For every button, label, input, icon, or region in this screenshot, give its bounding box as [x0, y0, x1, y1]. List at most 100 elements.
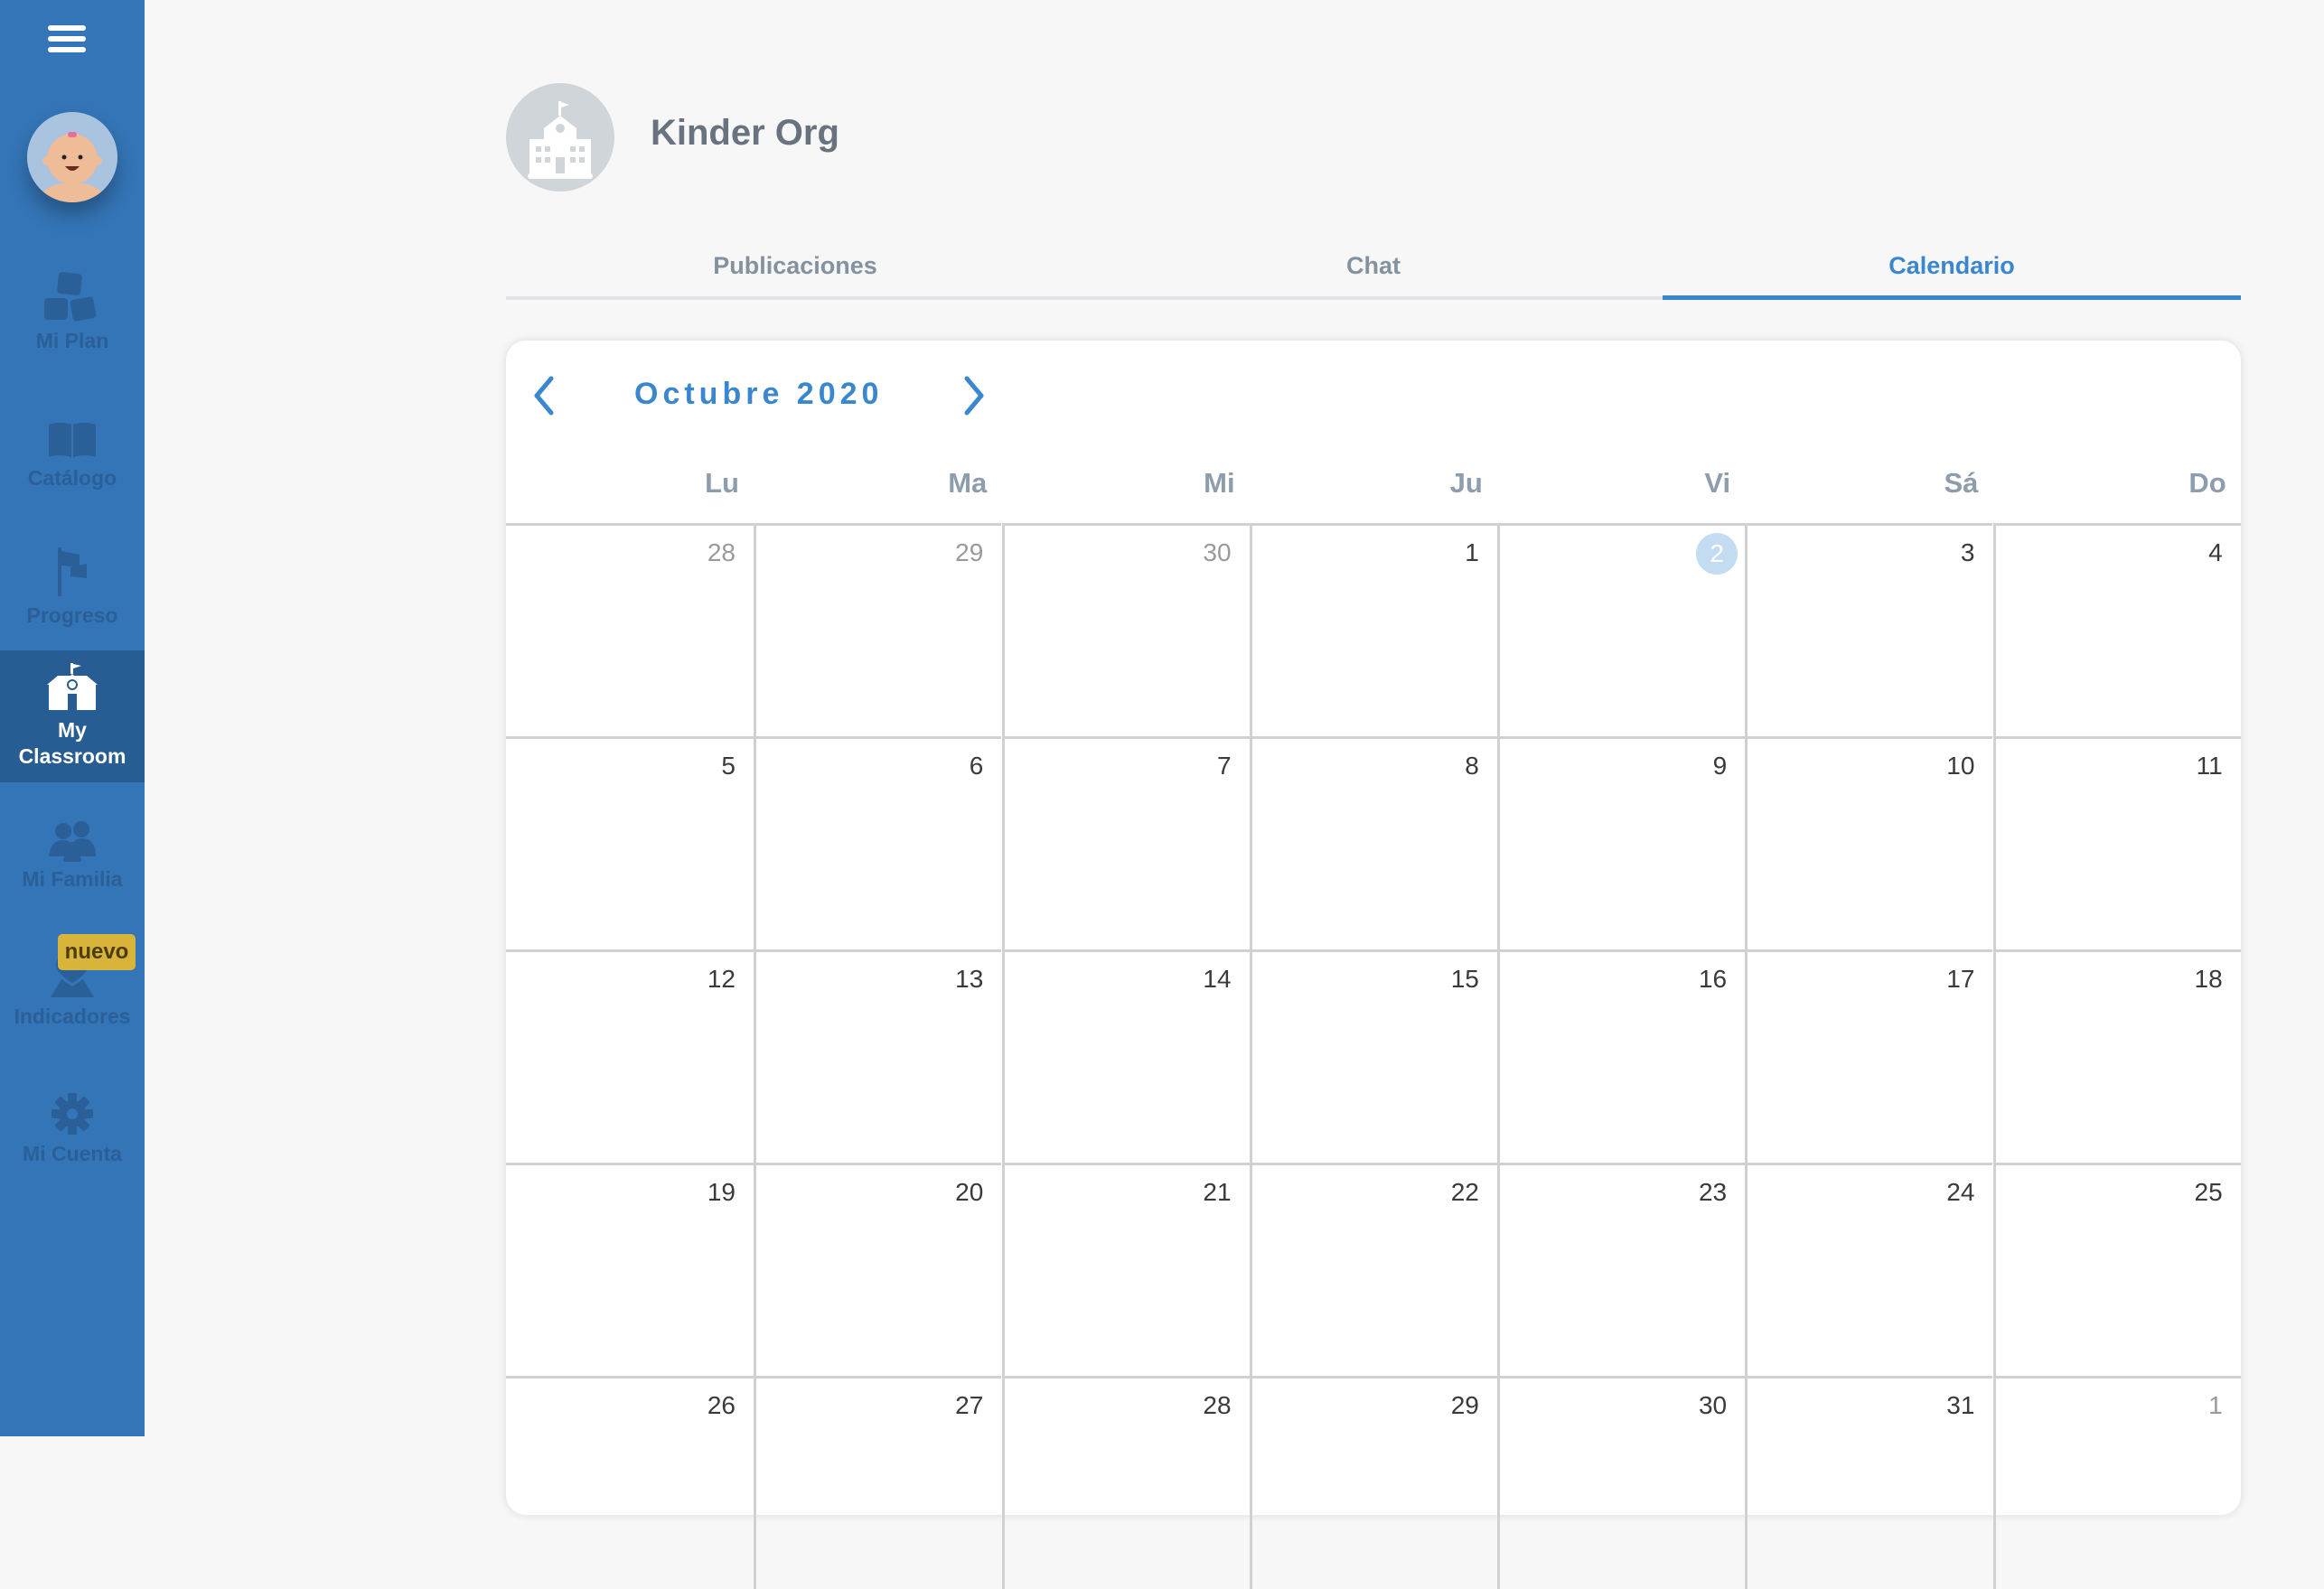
day-number: 31 — [1946, 1391, 1975, 1419]
day-number: 25 — [2194, 1178, 2223, 1206]
calendar-month-title: Octubre 2020 — [634, 377, 884, 411]
calendar-day[interactable]: 29 — [754, 523, 1002, 736]
day-number: 8 — [1465, 752, 1479, 780]
day-number: 28 — [1203, 1391, 1232, 1419]
sidebar-item-label: Classroom — [18, 744, 127, 768]
hamburger-icon[interactable] — [48, 25, 86, 58]
day-number: 30 — [1203, 538, 1232, 566]
weekday-label: Lu — [705, 467, 739, 499]
calendar-day[interactable]: 30 — [1001, 523, 1250, 736]
sidebar-item-label: Catálogo — [27, 466, 117, 490]
day-number: 17 — [1946, 965, 1975, 993]
sidebar-item-label: Mi Cuenta — [23, 1142, 122, 1165]
weekday-label: Do — [2188, 467, 2226, 499]
sidebar-item-label: Mi Plan — [35, 329, 109, 352]
chevron-right-icon — [964, 376, 984, 416]
day-number: 18 — [2194, 965, 2223, 993]
gear-icon — [52, 1093, 93, 1135]
calendar-day[interactable]: 6 — [754, 736, 1002, 949]
calendar-day[interactable]: 7 — [1001, 736, 1250, 949]
day-number: 9 — [1712, 752, 1728, 780]
calendar-day[interactable]: 1 — [1249, 523, 1497, 736]
day-number: 7 — [1216, 752, 1232, 780]
calendar-day[interactable]: 18 — [1992, 949, 2241, 1163]
sidebar-item-label: Indicadores — [14, 1005, 131, 1028]
sidebar-item-label: My — [58, 718, 87, 742]
calendar-day[interactable]: 14 — [1001, 949, 1250, 1163]
sidebar-item-progreso[interactable]: Progreso — [0, 546, 145, 628]
calendar-day[interactable]: 5 — [506, 736, 754, 949]
sidebar-item-mi-plan[interactable]: Mi Plan — [0, 271, 145, 353]
calendar-day[interactable]: 24 — [1745, 1163, 1993, 1376]
flag-icon — [58, 547, 87, 596]
new-badge: nuevo — [58, 934, 136, 970]
calendar-day[interactable]: 17 — [1745, 949, 1993, 1163]
day-number: 11 — [2196, 752, 2223, 780]
day-number: 27 — [955, 1391, 984, 1419]
calendar-day[interactable]: 31 — [1745, 1376, 1993, 1589]
active-tab-indicator — [1663, 295, 2241, 300]
calendar-day[interactable]: 28 — [506, 523, 754, 736]
calendar-day[interactable]: 3 — [1745, 523, 1993, 736]
avatar[interactable] — [27, 112, 117, 202]
sidebar-item-mi-familia[interactable]: Mi Familia — [0, 820, 145, 892]
calendar-day[interactable]: 9 — [1497, 736, 1746, 949]
calendar-day[interactable]: 4 — [1992, 523, 2241, 736]
prev-month-button[interactable] — [528, 373, 560, 418]
tab-calendario[interactable]: Calendario — [1663, 244, 2241, 296]
abc-blocks-icon — [44, 272, 97, 322]
calendar-day[interactable]: 23 — [1497, 1163, 1746, 1376]
calendar-day[interactable]: 16 — [1497, 949, 1746, 1163]
weekday-label: Mi — [1204, 467, 1235, 499]
calendar-day[interactable]: 15 — [1249, 949, 1497, 1163]
calendar-day[interactable]: 26 — [506, 1376, 754, 1589]
day-number: 20 — [955, 1178, 984, 1206]
calendar-day[interactable]: 30 — [1497, 1376, 1746, 1589]
calendar: Octubre 2020 Lu Ma Mi Ju Vi Sá Do 28 29 30 1 2 3 4 5 6… — [506, 341, 2241, 1589]
day-number: 1 — [1465, 538, 1479, 566]
day-number: 15 — [1450, 965, 1479, 993]
day-number: 21 — [1203, 1178, 1232, 1206]
calendar-day[interactable]: 27 — [754, 1376, 1002, 1589]
day-number: 24 — [1946, 1178, 1975, 1206]
calendar-day[interactable]: 22 — [1249, 1163, 1497, 1376]
org-avatar — [506, 83, 614, 192]
day-number: 10 — [1946, 752, 1975, 780]
book-icon — [49, 423, 96, 457]
calendar-day[interactable]: 8 — [1249, 736, 1497, 949]
calendar-day[interactable]: 25 — [1992, 1163, 2241, 1376]
tab-publicaciones[interactable]: Publicaciones — [506, 244, 1084, 296]
tab-bar: Publicaciones Chat Calendario — [506, 244, 2241, 300]
calendar-day-today[interactable]: 2 — [1497, 523, 1746, 736]
calendar-day[interactable]: 13 — [754, 949, 1002, 1163]
sidebar-item-mi-cuenta[interactable]: Mi Cuenta — [0, 1091, 145, 1166]
calendar-day[interactable]: 1 — [1992, 1376, 2241, 1589]
day-number: 6 — [969, 752, 984, 780]
calendar-day[interactable]: 20 — [754, 1163, 1002, 1376]
calendar-day[interactable]: 21 — [1001, 1163, 1250, 1376]
calendar-day[interactable]: 19 — [506, 1163, 754, 1376]
sidebar-item-my-classroom[interactable]: My Classroom — [0, 650, 145, 782]
org-name: Kinder Org — [651, 113, 839, 153]
day-number: 13 — [955, 965, 984, 993]
school-icon — [47, 663, 98, 710]
calendar-day[interactable]: 12 — [506, 949, 754, 1163]
tab-chat[interactable]: Chat — [1084, 244, 1663, 296]
day-number: 23 — [1698, 1178, 1728, 1206]
sidebar-item-label: Progreso — [26, 603, 118, 627]
calendar-day[interactable]: 28 — [1001, 1376, 1250, 1589]
sidebar-item-catalogo[interactable]: Catálogo — [0, 421, 145, 491]
day-number: 22 — [1450, 1178, 1479, 1206]
sidebar: Mi Plan Catálogo Progreso My Classroom M… — [0, 0, 145, 1436]
calendar-day[interactable]: 11 — [1992, 736, 2241, 949]
calendar-day[interactable]: 10 — [1745, 736, 1993, 949]
day-number: 14 — [1203, 965, 1232, 993]
day-number: 30 — [1698, 1391, 1728, 1419]
next-month-button[interactable] — [958, 373, 990, 418]
school-icon — [528, 101, 593, 179]
baby-avatar-icon — [27, 112, 117, 202]
calendar-day[interactable]: 29 — [1249, 1376, 1497, 1589]
day-number: 19 — [707, 1178, 736, 1206]
day-number: 5 — [721, 752, 736, 780]
day-number: 1 — [2208, 1391, 2223, 1419]
